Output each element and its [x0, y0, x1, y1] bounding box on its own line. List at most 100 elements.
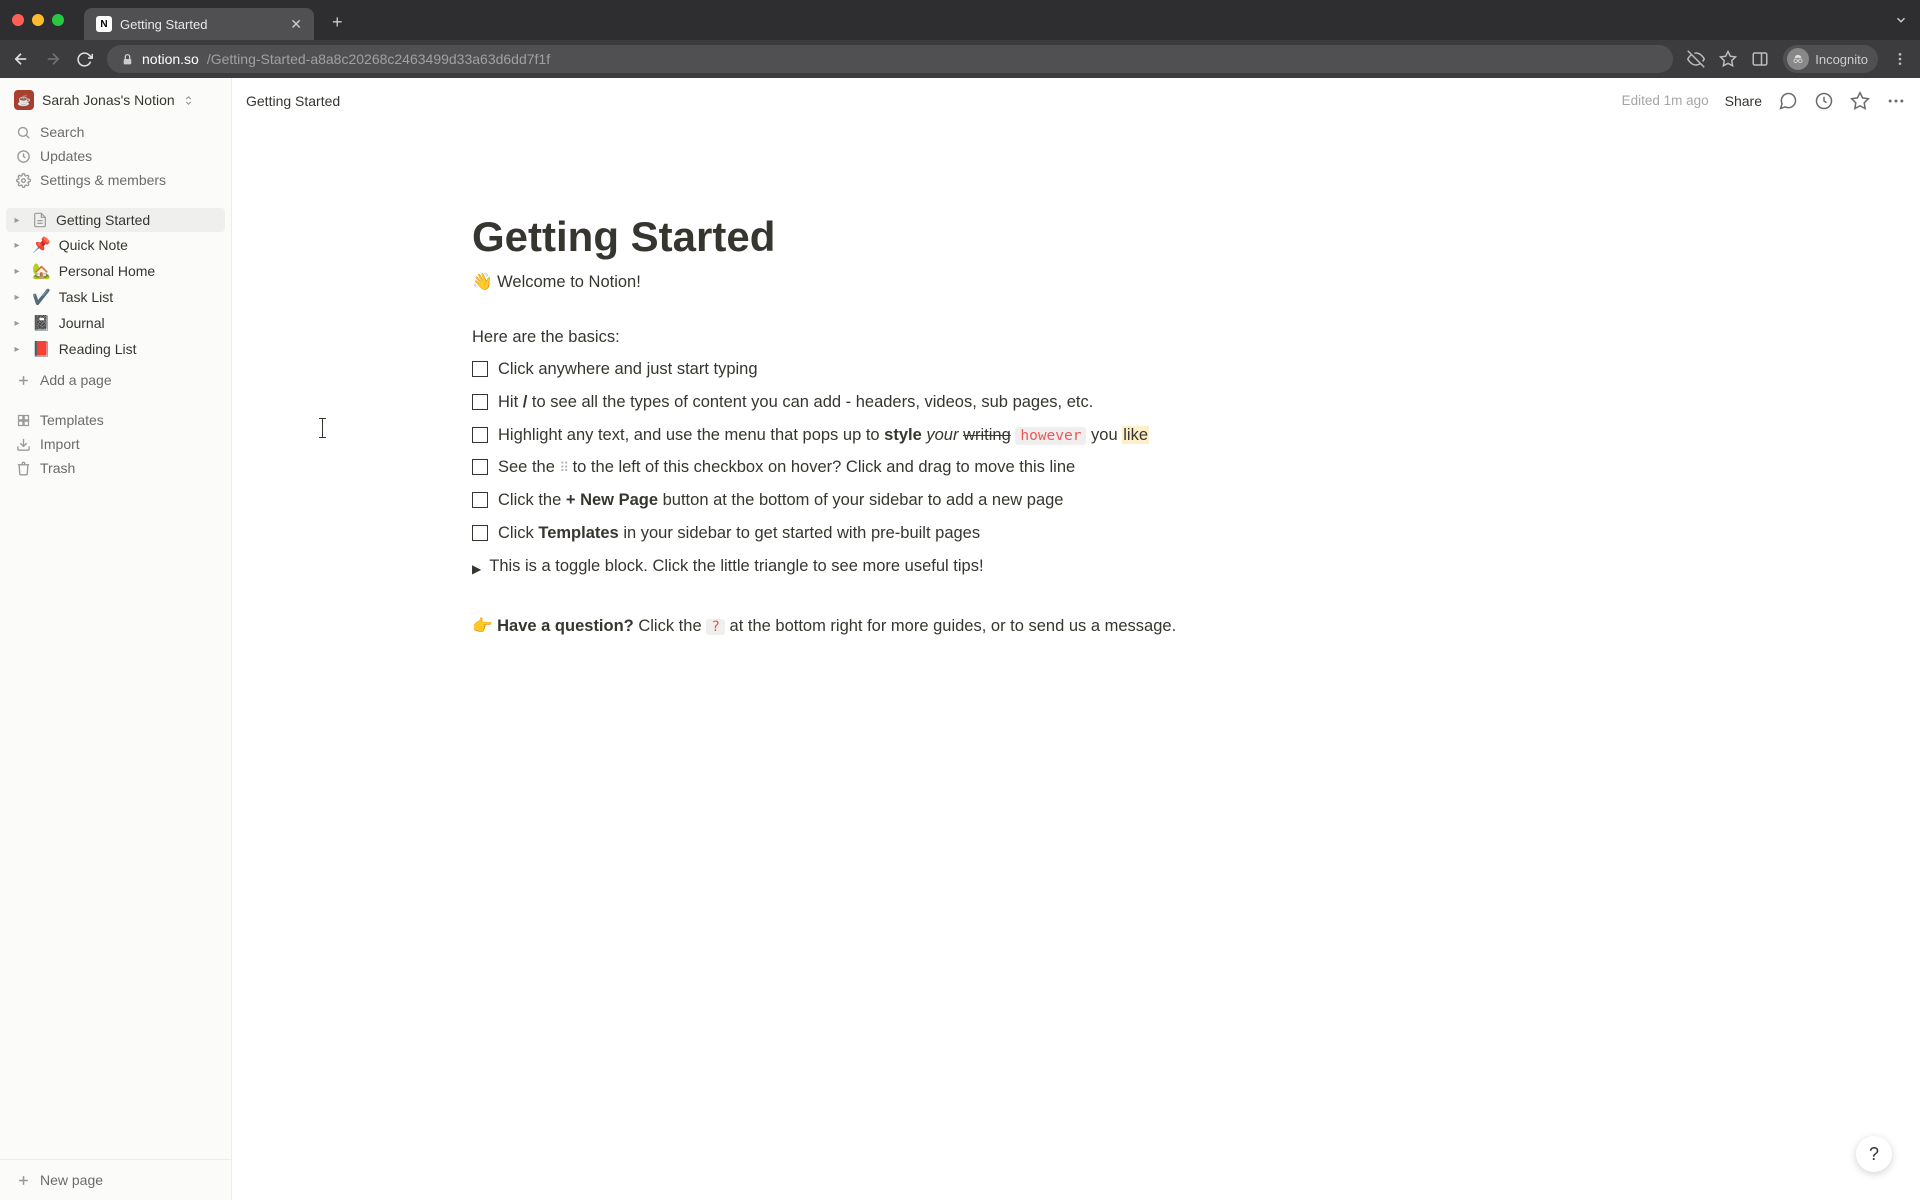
sidebar-page-item[interactable]: ▸ 📕 Reading List	[6, 336, 225, 362]
sidebar-search[interactable]: Search	[6, 120, 225, 144]
sidebar-page-item[interactable]: ▸📌Quick Note	[6, 232, 225, 258]
toggle-block[interactable]: ▶ This is a toggle block. Click the litt…	[472, 554, 1192, 579]
chevron-right-icon[interactable]: ▸	[10, 318, 24, 329]
sidebar-page-item[interactable]: ▸ Getting Started	[6, 208, 225, 232]
reload-button[interactable]	[76, 51, 93, 68]
sidebar-new-page[interactable]: New page	[6, 1168, 225, 1192]
checkbox[interactable]	[472, 525, 488, 541]
page-emoji-icon: 📕	[32, 340, 51, 358]
clock-icon	[14, 149, 32, 164]
plus-icon	[14, 373, 32, 388]
expand-workspace-icon	[183, 95, 194, 106]
minimize-window-button[interactable]	[32, 14, 44, 26]
back-button[interactable]	[12, 50, 30, 68]
sidebar-search-label: Search	[40, 124, 84, 140]
page-emoji-icon: ✔️	[32, 288, 51, 306]
tabs-dropdown-icon[interactable]	[1894, 13, 1908, 27]
basics-heading[interactable]: Here are the basics:	[472, 328, 1192, 347]
url-domain: notion.so	[142, 51, 199, 67]
chevron-right-icon[interactable]: ▸	[10, 292, 24, 303]
bookmark-star-icon[interactable]	[1719, 50, 1737, 68]
welcome-text: Welcome to Notion!	[497, 273, 641, 291]
share-button[interactable]: Share	[1725, 93, 1762, 109]
sidebar-page-label: Journal	[59, 315, 105, 331]
toggle-triangle-icon[interactable]: ▶	[472, 560, 481, 578]
todo-item[interactable]: See the ⠿ to the left of this checkbox o…	[472, 455, 1192, 480]
new-tab-button[interactable]: +	[332, 12, 343, 33]
chevron-right-icon[interactable]: ▸	[10, 344, 24, 355]
checkbox[interactable]	[472, 427, 488, 443]
sidebar-settings[interactable]: Settings & members	[6, 168, 225, 192]
sidebar-updates-label: Updates	[40, 148, 92, 164]
chevron-right-icon[interactable]: ▸	[10, 215, 24, 226]
checkbox[interactable]	[472, 492, 488, 508]
window-controls	[12, 14, 64, 26]
trash-icon	[14, 461, 32, 476]
maximize-window-button[interactable]	[52, 14, 64, 26]
chevron-right-icon[interactable]: ▸	[10, 240, 24, 251]
page-title[interactable]: Getting Started	[472, 213, 1192, 261]
sidebar-templates-label: Templates	[40, 412, 104, 428]
todo-text: Highlight any text, and use the menu tha…	[498, 423, 1149, 448]
sidebar-page-label: Getting Started	[56, 212, 150, 228]
edited-timestamp: Edited 1m ago	[1622, 93, 1709, 108]
url-path: /Getting-Started-a8a8c20268c2463499d33a6…	[207, 51, 550, 67]
sidebar-page-item[interactable]: ▸📓Journal	[6, 310, 225, 336]
workspace-switcher[interactable]: ☕ Sarah Jonas's Notion	[0, 78, 231, 118]
sidebar-templates[interactable]: Templates	[6, 408, 225, 432]
sidebar-import-label: Import	[40, 436, 80, 452]
kebab-menu-icon[interactable]	[1892, 51, 1908, 67]
todo-item[interactable]: Click Templates in your sidebar to get s…	[472, 521, 1192, 546]
browser-toolbar: notion.so/Getting-Started-a8a8c20268c246…	[0, 40, 1920, 78]
sidebar-new-page-label: New page	[40, 1172, 103, 1188]
forward-button[interactable]	[44, 50, 62, 68]
todo-text: Click anywhere and just start typing	[498, 357, 758, 382]
templates-icon	[14, 413, 32, 428]
notion-favicon-icon: N	[96, 16, 112, 32]
tab-title: Getting Started	[120, 17, 207, 32]
sidebar-add-page[interactable]: Add a page	[6, 368, 225, 392]
page-content[interactable]: Getting Started 👋 Welcome to Notion! Her…	[232, 123, 1920, 1200]
close-tab-icon[interactable]: ✕	[290, 16, 302, 33]
sidebar-page-label: Quick Note	[59, 237, 128, 253]
checkbox[interactable]	[472, 361, 488, 377]
todo-item[interactable]: Click the + New Page button at the botto…	[472, 488, 1192, 513]
address-bar[interactable]: notion.so/Getting-Started-a8a8c20268c246…	[107, 45, 1673, 73]
sidebar-page-item[interactable]: ▸✔️Task List	[6, 284, 225, 310]
browser-tab[interactable]: N Getting Started ✕	[84, 8, 314, 40]
todo-item[interactable]: Highlight any text, and use the menu tha…	[472, 423, 1192, 448]
workspace-icon: ☕	[14, 90, 34, 110]
drag-handle-icon: ⠿	[559, 458, 568, 478]
help-fab[interactable]: ?	[1856, 1136, 1892, 1172]
sidebar-trash-label: Trash	[40, 460, 75, 476]
todo-item[interactable]: Click anywhere and just start typing	[472, 357, 1192, 382]
close-window-button[interactable]	[12, 14, 24, 26]
comments-icon[interactable]	[1778, 91, 1798, 111]
incognito-badge[interactable]: Incognito	[1783, 45, 1878, 73]
breadcrumb[interactable]: Getting Started	[246, 93, 340, 109]
sidebar-page-item[interactable]: ▸🏡Personal Home	[6, 258, 225, 284]
todo-item[interactable]: Hit / to see all the types of content yo…	[472, 390, 1192, 415]
eye-off-icon[interactable]	[1687, 50, 1705, 68]
sidebar-page-label: Reading List	[59, 341, 137, 357]
code-chip: however	[1015, 427, 1086, 445]
checkbox[interactable]	[472, 459, 488, 475]
question-chip: ?	[706, 619, 725, 635]
page-doc-icon	[32, 212, 48, 228]
download-icon	[14, 437, 32, 452]
history-icon[interactable]	[1814, 91, 1834, 111]
browser-tab-strip: N Getting Started ✕ +	[0, 0, 1920, 40]
question-line[interactable]: 👉 Have a question? Click the ? at the bo…	[472, 614, 1192, 639]
todo-text: See the ⠿ to the left of this checkbox o…	[498, 455, 1075, 480]
sidebar-updates[interactable]: Updates	[6, 144, 225, 168]
panel-icon[interactable]	[1751, 50, 1769, 68]
favorite-star-icon[interactable]	[1850, 91, 1870, 111]
welcome-line[interactable]: 👋 Welcome to Notion!	[472, 273, 1192, 292]
question-mark-icon: ?	[1869, 1144, 1879, 1165]
more-icon[interactable]	[1886, 91, 1906, 111]
checkbox[interactable]	[472, 394, 488, 410]
sidebar-trash[interactable]: Trash	[6, 456, 225, 480]
sidebar-import[interactable]: Import	[6, 432, 225, 456]
todo-text: Click the + New Page button at the botto…	[498, 488, 1063, 513]
chevron-right-icon[interactable]: ▸	[10, 266, 24, 277]
